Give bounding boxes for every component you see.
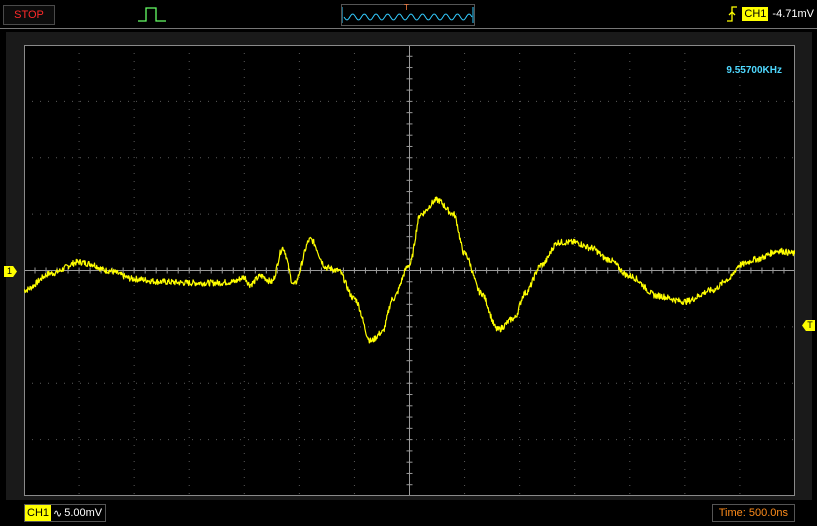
- top-status-bar: STOP T CH1 -4.71mV: [0, 0, 817, 28]
- volts-per-div-value: 5.00mV: [64, 507, 103, 519]
- trigger-position-marker: T: [404, 3, 409, 12]
- trigger-level-value: -4.71mV: [772, 8, 814, 20]
- ac-coupling-icon: ∿: [53, 507, 63, 520]
- frequency-readout: 9.55700KHz: [726, 65, 782, 76]
- rising-edge-icon: [727, 6, 738, 22]
- waveform-display[interactable]: 9.55700KHz: [24, 45, 795, 496]
- memory-window-overview[interactable]: T: [341, 3, 475, 26]
- bottom-status-bar: CH1 ∿ 5.00mV Time: 500.0ns: [0, 500, 817, 526]
- run-stop-button[interactable]: STOP: [3, 5, 55, 25]
- trigger-channel-badge: CH1: [742, 7, 769, 21]
- waveform-plot: [24, 45, 795, 496]
- trigger-pulse-icon: [138, 7, 166, 22]
- trigger-info[interactable]: CH1 -4.71mV: [726, 5, 814, 23]
- channel-1-scale[interactable]: CH1 ∿ 5.00mV: [24, 504, 107, 522]
- timebase-readout[interactable]: Time: 500.0ns: [711, 504, 795, 522]
- header-divider: [0, 28, 817, 29]
- channel-1-badge: CH1: [25, 505, 52, 521]
